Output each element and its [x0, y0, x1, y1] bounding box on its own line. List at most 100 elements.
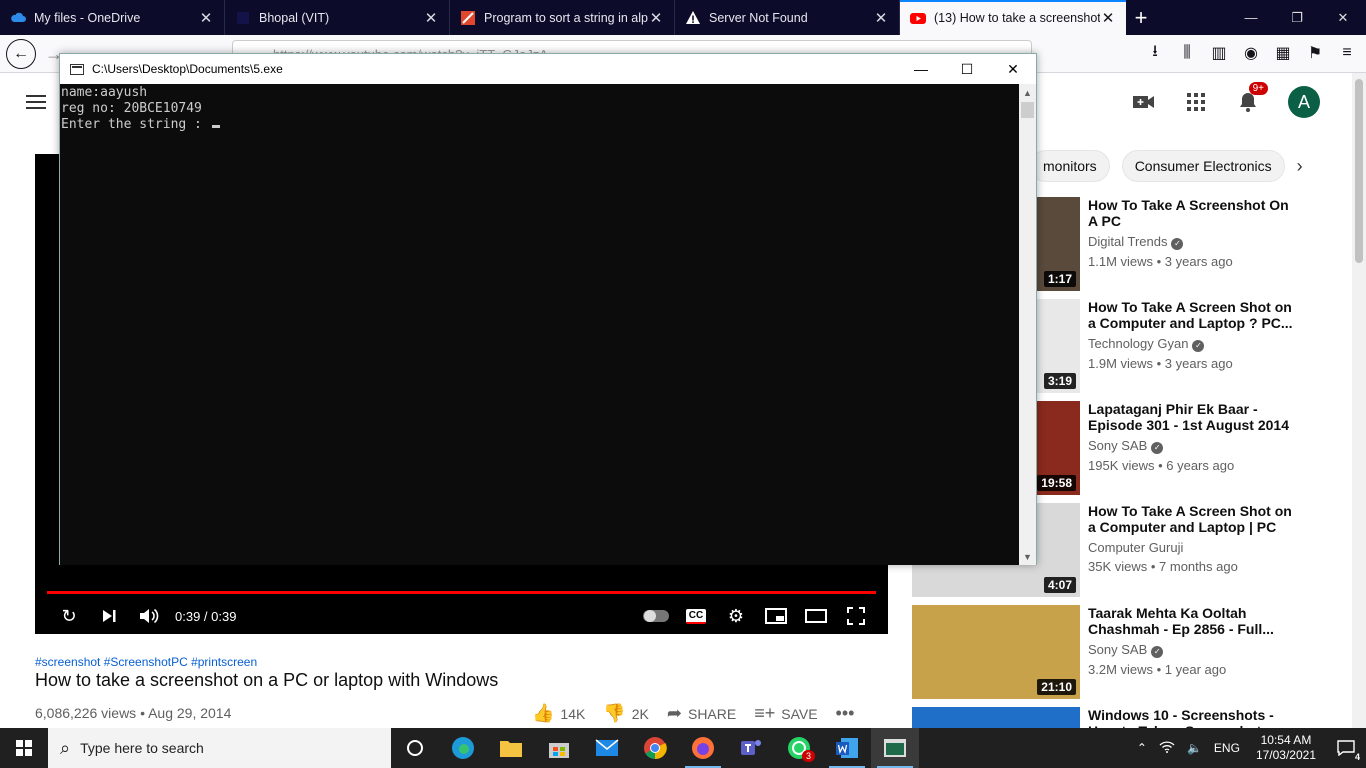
close-tab-icon[interactable]: ✕ [198, 9, 214, 27]
save-button[interactable]: ≡+ SAVE [754, 703, 817, 724]
player-controls: ↻ 0:39 / 0:39 CC ⚙ [35, 598, 888, 634]
tab-title: My files - OneDrive [34, 10, 141, 25]
channel-name[interactable]: Technology Gyan [1088, 336, 1188, 351]
related-video-title[interactable]: How To Take A Screen Shot on a Computer … [1088, 503, 1298, 535]
replay-icon[interactable]: ↻ [49, 598, 89, 634]
firefox-icon[interactable] [679, 728, 727, 768]
channel-name[interactable]: Sony SAB [1088, 438, 1147, 453]
next-icon[interactable] [89, 598, 129, 634]
file-explorer-icon[interactable] [487, 728, 535, 768]
volume-icon[interactable]: 🔈 [1181, 741, 1208, 755]
close-tab-icon[interactable]: ✕ [1100, 9, 1116, 27]
teams-icon[interactable] [727, 728, 775, 768]
console-scrollbar[interactable]: ▲ ▼ [1019, 84, 1036, 565]
addon-icon[interactable]: ⚑ [1306, 41, 1324, 65]
close-tab-icon[interactable]: ✕ [648, 9, 664, 27]
channel-name[interactable]: Sony SAB [1088, 642, 1147, 657]
scroll-thumb[interactable] [1021, 102, 1034, 118]
word-icon[interactable] [823, 728, 871, 768]
new-tab-button[interactable]: + [1126, 0, 1156, 35]
fullscreen-icon[interactable] [836, 598, 876, 634]
video-progress-bar[interactable] [47, 591, 876, 594]
wifi-icon[interactable] [1153, 740, 1181, 756]
close-icon[interactable]: ✕ [990, 54, 1036, 84]
close-tab-icon[interactable]: ✕ [873, 9, 889, 27]
clock[interactable]: 10:54 AM 17/03/2021 [1246, 733, 1326, 763]
console-output[interactable]: name:aayush reg no: 20BCE10749 Enter the s… [60, 84, 1020, 565]
scroll-down-icon[interactable]: ▼ [1019, 548, 1036, 565]
tab-title: Server Not Found [709, 10, 808, 25]
settings-gear-icon[interactable]: ⚙ [716, 598, 756, 634]
share-button[interactable]: ➦ SHARE [667, 703, 736, 724]
apps-grid-icon[interactable] [1184, 90, 1208, 114]
tab-youtube[interactable]: (13) How to take a screenshot o ✕ [900, 0, 1126, 35]
more-actions-button[interactable]: ••• [836, 703, 855, 724]
related-video-item[interactable]: 21:10 Taarak Mehta Ka Ooltah Chashmah - … [912, 605, 1332, 701]
chevron-right-icon[interactable]: › [1297, 156, 1303, 177]
channel-name[interactable]: Digital Trends [1088, 234, 1167, 249]
theater-mode-icon[interactable] [796, 598, 836, 634]
verified-check-icon: ✓ [1151, 646, 1164, 658]
captions-icon[interactable]: CC [676, 598, 716, 634]
maximize-icon[interactable]: ☐ [944, 54, 990, 84]
scroll-up-icon[interactable]: ▲ [1019, 84, 1036, 101]
related-video-title[interactable]: How To Take A Screenshot On A PC [1088, 197, 1298, 229]
whatsapp-icon[interactable]: 3 [775, 728, 823, 768]
account-icon[interactable]: ◉ [1242, 41, 1260, 65]
related-video-item[interactable]: Windows 10 - Screenshots - How to Take a… [912, 707, 1332, 728]
tab-bhopal[interactable]: Bhopal (VIT) ✕ [225, 0, 450, 35]
edge-icon[interactable] [439, 728, 487, 768]
action-center-icon[interactable]: 4 [1326, 740, 1366, 762]
search-icon: ⌕ [60, 737, 71, 758]
related-video-title[interactable]: How To Take A Screen Shot on a Computer … [1088, 299, 1298, 331]
library-icon[interactable]: ⫼ [1178, 41, 1196, 65]
chip-consumer-electronics[interactable]: Consumer Electronics [1121, 150, 1285, 182]
video-thumbnail[interactable]: 21:10 [912, 605, 1080, 699]
store-icon[interactable] [535, 728, 583, 768]
chevron-up-icon[interactable]: ⌃ [1131, 741, 1153, 755]
create-video-icon[interactable] [1132, 90, 1156, 114]
channel-name[interactable]: Computer Guruji [1088, 540, 1183, 555]
close-tab-icon[interactable]: ✕ [423, 9, 439, 27]
close-icon[interactable]: ✕ [1320, 0, 1366, 35]
minimize-icon[interactable]: — [1228, 0, 1274, 35]
dislike-button[interactable]: 👎 2K [603, 703, 649, 724]
restore-icon[interactable]: ❐ [1274, 0, 1320, 35]
autoplay-toggle[interactable] [636, 598, 676, 634]
taskbar-search[interactable]: ⌕ Type here to search [48, 728, 391, 768]
video-duration: 1:17 [1043, 271, 1076, 287]
start-button[interactable] [0, 728, 48, 768]
related-video-title[interactable]: Taarak Mehta Ka Ooltah Chashmah - Ep 285… [1088, 605, 1298, 637]
related-video-title[interactable]: Windows 10 - Screenshots - How to Take a… [1088, 707, 1298, 728]
chrome-icon[interactable] [631, 728, 679, 768]
video-thumbnail[interactable] [912, 707, 1080, 728]
site-icon [235, 10, 251, 26]
avatar[interactable]: A [1288, 86, 1320, 118]
task-view-icon[interactable] [391, 728, 439, 768]
tab-sort-program[interactable]: Program to sort a string in alph ✕ [450, 0, 675, 35]
back-button[interactable]: ← [6, 39, 36, 69]
hamburger-menu-icon[interactable] [26, 95, 46, 109]
console-app-taskbar-icon[interactable] [871, 728, 919, 768]
minimize-icon[interactable]: — [898, 54, 944, 84]
language-indicator[interactable]: ENG [1208, 741, 1246, 755]
volume-icon[interactable] [129, 598, 169, 634]
tab-onedrive[interactable]: My files - OneDrive ✕ [0, 0, 225, 35]
console-window[interactable]: C:\Users\Desktop\Documents\5.exe — ☐ ✕ n… [59, 53, 1037, 565]
extensions-icon[interactable]: ▦ [1274, 41, 1292, 65]
search-placeholder: Type here to search [80, 740, 204, 756]
sidebar-icon[interactable]: ▥ [1210, 41, 1228, 65]
menu-icon[interactable]: ≡ [1338, 41, 1356, 65]
download-icon[interactable]: ⭳ [1146, 41, 1164, 65]
like-button[interactable]: 👍 14K [532, 703, 585, 724]
page-scrollbar[interactable] [1352, 73, 1366, 729]
chip-monitors[interactable]: monitors [1030, 150, 1110, 182]
mail-icon[interactable] [583, 728, 631, 768]
tab-server-not-found[interactable]: Server Not Found ✕ [675, 0, 900, 35]
video-hashtags[interactable]: #screenshot #ScreenshotPC #printscreen [35, 655, 257, 669]
console-title-bar[interactable]: C:\Users\Desktop\Documents\5.exe — ☐ ✕ [60, 54, 1036, 84]
related-video-title[interactable]: Lapataganj Phir Ek Baar - Episode 301 - … [1088, 401, 1298, 433]
miniplayer-icon[interactable] [756, 598, 796, 634]
console-app-icon [70, 63, 84, 75]
notifications-bell-icon[interactable]: 9+ [1236, 82, 1268, 114]
